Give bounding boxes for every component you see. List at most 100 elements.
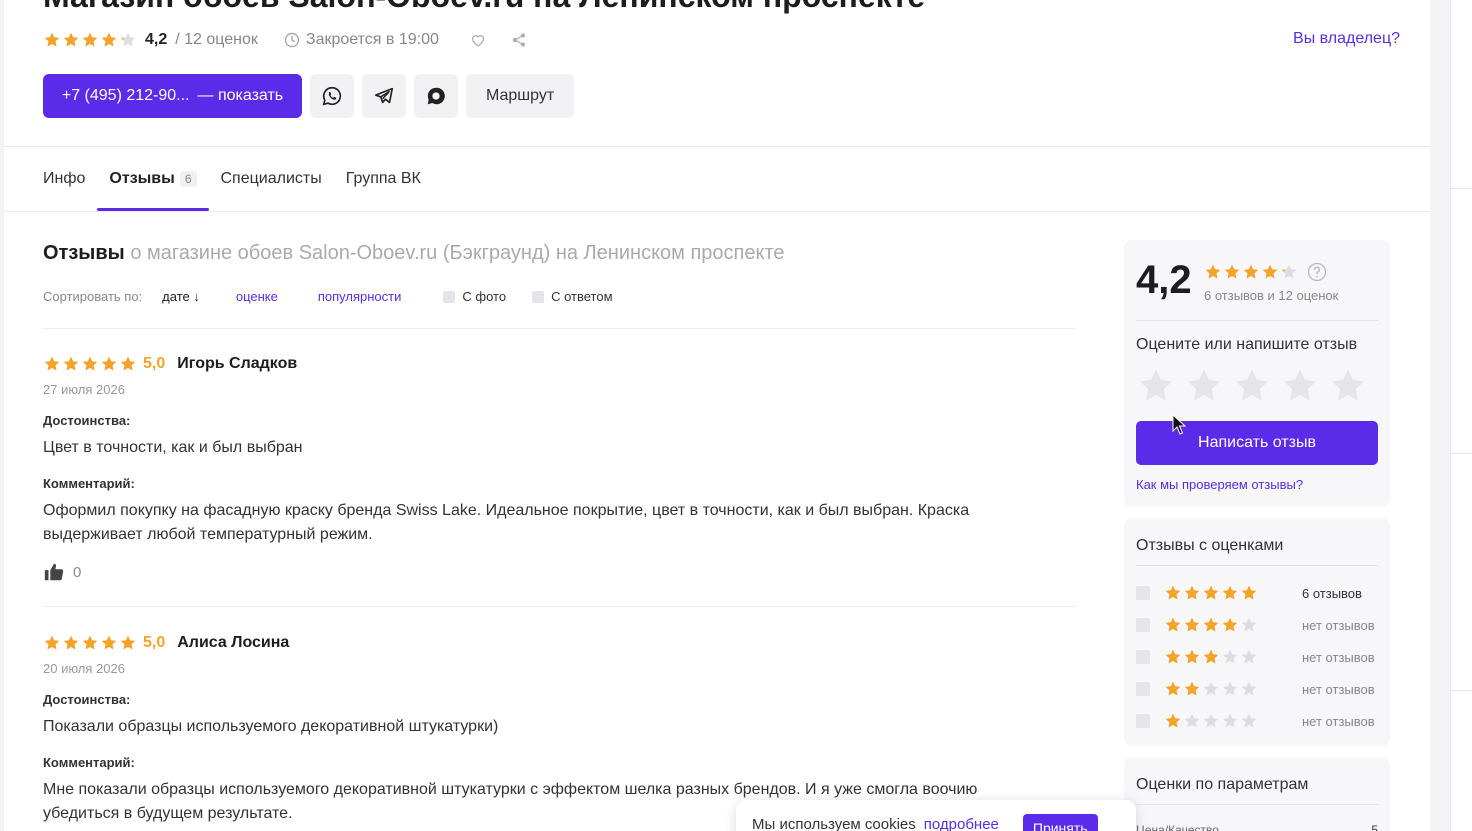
checkbox[interactable] — [1136, 682, 1150, 696]
divider — [43, 606, 1076, 607]
row-stars — [1164, 616, 1258, 634]
review-item: 5,0 Игорь Сладков 27 июля 2026 Достоинст… — [43, 352, 1043, 583]
rating-filter-row[interactable]: нет отзывов — [1136, 711, 1378, 731]
star-icon — [1240, 648, 1258, 666]
star-icon — [1202, 648, 1220, 666]
question-icon[interactable] — [1307, 262, 1327, 282]
star-icon — [1202, 712, 1220, 730]
review-stars — [43, 355, 137, 373]
star-icon — [1240, 584, 1258, 602]
rate-star-1[interactable] — [1136, 366, 1176, 406]
divider — [4, 211, 1430, 212]
row-count: нет отзывов — [1302, 681, 1375, 697]
sort-by-date[interactable]: дате ↓ — [162, 289, 200, 304]
likes-count: 0 — [73, 563, 82, 581]
divider — [1451, 690, 1472, 691]
star-icon — [1183, 680, 1201, 698]
checkbox[interactable] — [1136, 650, 1150, 664]
summary-counts: 6 отзывов и 12 оценок — [1204, 288, 1339, 303]
tab-info[interactable]: Инфо — [43, 147, 85, 211]
cookie-more-link[interactable]: подробнее — [924, 816, 999, 831]
star-icon — [1261, 263, 1279, 281]
rating-filter-row[interactable]: 6 отзывов — [1136, 583, 1378, 603]
filter-photo[interactable]: С фото — [443, 289, 506, 304]
phone-button[interactable]: +7 (495) 212-90... — показать — [43, 74, 302, 118]
review-author: Алиса Лосина — [177, 634, 290, 651]
sort-by-popularity[interactable]: популярности — [318, 289, 402, 304]
star-icon — [100, 355, 118, 373]
review-pros-label: Достоинства: — [43, 692, 131, 707]
star-icon — [1221, 584, 1239, 602]
row-count: нет отзывов — [1302, 713, 1375, 729]
header-stars — [43, 31, 137, 49]
params-title: Оценки по параметрам — [1136, 776, 1309, 793]
telegram-button[interactable] — [362, 74, 406, 118]
star-icon — [1223, 263, 1241, 281]
row-stars — [1164, 680, 1258, 698]
route-button[interactable]: Маршрут — [466, 74, 575, 118]
star-icon — [1240, 616, 1258, 634]
rating-summary-card: 4,2 6 отзывов и 12 оценок Оцените или на… — [1124, 240, 1390, 507]
whatsapp-button[interactable] — [310, 74, 354, 118]
tab-specialists[interactable]: Специалисты — [221, 147, 322, 211]
tab-reviews-badge: 6 — [179, 171, 197, 187]
star-icon — [1202, 680, 1220, 698]
rating-filter-row[interactable]: нет отзывов — [1136, 647, 1378, 667]
star-icon — [1240, 680, 1258, 698]
how-we-verify-link[interactable]: Как мы проверяем отзывы? — [1136, 477, 1303, 492]
row-stars — [1164, 648, 1258, 666]
params-card: Оценки по параметрам Цена/Качество 5 — [1124, 757, 1390, 831]
sort-bar: Сортировать по: дате ↓ оценке популярнос… — [43, 289, 613, 304]
review-author: Игорь Сладков — [177, 355, 298, 372]
star-icon — [1164, 680, 1182, 698]
checkbox[interactable] — [443, 290, 456, 303]
sort-by-rating[interactable]: оценке — [236, 289, 278, 304]
checkbox[interactable] — [1136, 618, 1150, 632]
header-rating: 4,2 / 12 оценок Закроется в 19:00 — [43, 28, 527, 52]
filter-answer[interactable]: С ответом — [532, 289, 613, 304]
rating-value: 4,2 — [145, 31, 168, 48]
reviews-subtitle: о магазине обоев Salon-Oboev.ru (Бэкграу… — [130, 242, 785, 264]
star-icon — [1221, 648, 1239, 666]
tab-info-label: Инфо — [43, 170, 86, 187]
rating-count: / 12 оценок — [175, 31, 258, 48]
divider — [43, 328, 1076, 329]
divider — [1136, 320, 1378, 321]
rate-star-4[interactable] — [1280, 366, 1320, 406]
cookie-accept-button[interactable]: Принять — [1022, 814, 1098, 831]
tab-vk-group[interactable]: Группа ВК — [346, 147, 421, 211]
thumbs-up-icon[interactable] — [43, 561, 65, 583]
chat-button[interactable] — [414, 74, 458, 118]
owner-link[interactable]: Вы владелец? — [1293, 30, 1400, 48]
rate-star-2[interactable] — [1184, 366, 1224, 406]
checkbox[interactable] — [1136, 714, 1150, 728]
checkbox[interactable] — [1136, 586, 1150, 600]
rate-prompt: Оцените или напишите отзыв — [1136, 336, 1358, 353]
tab-reviews[interactable]: Отзывы 6 — [97, 147, 209, 211]
star-icon — [1164, 584, 1182, 602]
rate-star-3[interactable] — [1232, 366, 1272, 406]
rate-star-5[interactable] — [1328, 366, 1368, 406]
share-icon[interactable] — [511, 32, 527, 48]
checkbox[interactable] — [532, 290, 545, 303]
rating-filter-row[interactable]: нет отзывов — [1136, 679, 1378, 699]
reviews-heading: Отзывы о магазине обоев Salon-Oboev.ru (… — [43, 242, 785, 265]
clock-icon — [284, 32, 300, 48]
star-icon — [1280, 263, 1298, 281]
review-item: 5,0 Алиса Лосина 20 июля 2026 Достоинств… — [43, 631, 1043, 826]
star-icon — [1183, 584, 1201, 602]
star-icon — [43, 31, 61, 49]
divider — [1136, 565, 1378, 566]
star-icon — [1183, 616, 1201, 634]
heart-icon[interactable] — [469, 31, 487, 49]
star-icon — [1242, 263, 1260, 281]
tab-bar: Инфо Отзывы 6 Специалисты Группа ВК — [43, 147, 421, 211]
cookie-text: Мы используем cookies — [752, 816, 916, 831]
star-icon — [1221, 680, 1239, 698]
star-icon — [100, 31, 118, 49]
star-icon — [81, 355, 99, 373]
star-icon — [100, 634, 118, 652]
review-likes[interactable]: 0 — [43, 561, 1043, 583]
tab-specialists-label: Специалисты — [220, 170, 322, 187]
rating-filter-row[interactable]: нет отзывов — [1136, 615, 1378, 635]
